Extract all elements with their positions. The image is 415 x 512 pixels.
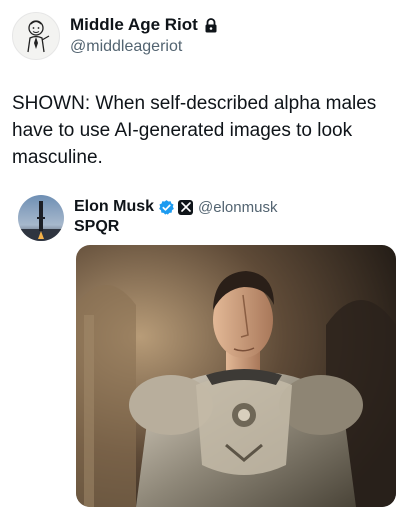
quoted-tweet[interactable]: Elon Musk @elonmusk SPQR: [18, 195, 403, 507]
rocket-launch-avatar-icon: [18, 195, 64, 241]
cartoon-man-avatar-icon: [27, 20, 50, 53]
author-handle[interactable]: @middleageriot: [70, 36, 218, 58]
man-in-roman-armor-image: [76, 245, 396, 507]
verified-badge-icon: [158, 199, 175, 216]
quoted-author-avatar[interactable]: [18, 195, 64, 241]
quoted-media-image[interactable]: [76, 245, 396, 507]
lock-icon: [204, 17, 218, 33]
quoted-author-handle[interactable]: @elonmusk: [198, 199, 277, 216]
quoted-tweet-text: SPQR: [74, 218, 120, 235]
author-display-name[interactable]: Middle Age Riot: [70, 14, 198, 36]
quoted-author-name[interactable]: Elon Musk: [74, 197, 154, 217]
tweet-header: Middle Age Riot @middleageriot: [12, 12, 218, 60]
author-avatar[interactable]: [12, 12, 60, 60]
tweet-text: SHOWN: When self-described alpha males h…: [12, 93, 377, 168]
quoted-tweet-header: Elon Musk @elonmusk: [74, 197, 277, 217]
x-logo-icon: [178, 199, 194, 215]
